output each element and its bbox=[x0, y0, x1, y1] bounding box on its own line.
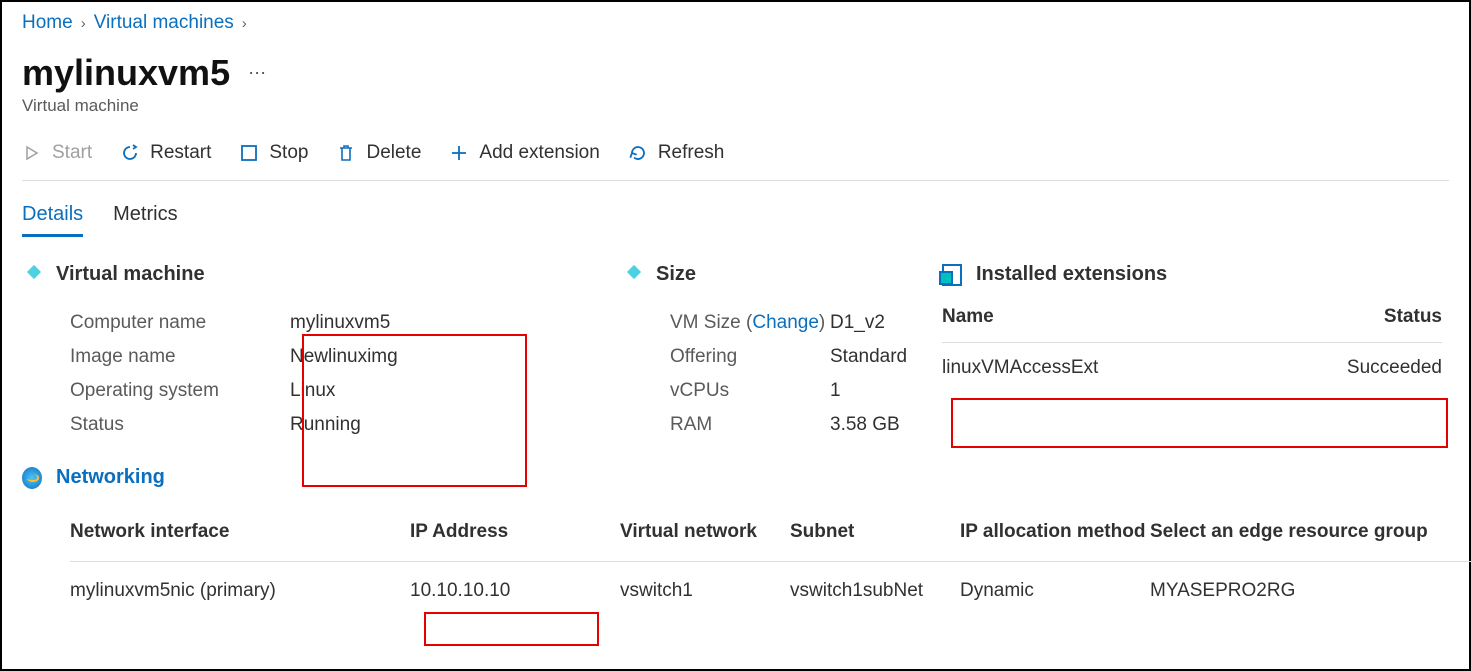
net-edge: MYASEPRO2RG bbox=[1150, 580, 1450, 602]
value-os: Linux bbox=[290, 380, 335, 402]
tab-details[interactable]: Details bbox=[22, 203, 83, 237]
tab-metrics[interactable]: Metrics bbox=[113, 203, 177, 237]
value-vcpus: 1 bbox=[830, 380, 841, 402]
highlight-ip-address bbox=[424, 612, 599, 646]
restart-icon bbox=[120, 143, 140, 163]
more-actions-button[interactable]: ⋯ bbox=[248, 63, 268, 84]
stop-icon bbox=[239, 143, 259, 163]
net-alloc: Dynamic bbox=[960, 580, 1150, 602]
ext-th-status: Status bbox=[1384, 306, 1442, 328]
plus-icon bbox=[449, 143, 469, 163]
value-status: Running bbox=[290, 414, 361, 436]
section-title-vm: Virtual machine bbox=[56, 263, 205, 286]
play-icon bbox=[22, 143, 42, 163]
value-vmsize: D1_v2 bbox=[830, 312, 885, 334]
net-iface: mylinuxvm5nic (primary) bbox=[70, 580, 410, 602]
label-computer-name: Computer name bbox=[70, 312, 290, 334]
ext-status: Succeeded bbox=[1347, 357, 1442, 379]
net-th-ip: IP Address bbox=[410, 521, 620, 543]
change-size-link[interactable]: Change bbox=[752, 312, 819, 333]
size-icon bbox=[622, 265, 642, 285]
page-subtitle: Virtual machine bbox=[22, 96, 1449, 116]
label-image-name: Image name bbox=[70, 346, 290, 368]
restart-label: Restart bbox=[150, 142, 211, 164]
stop-button[interactable]: Stop bbox=[239, 142, 308, 164]
refresh-button[interactable]: Refresh bbox=[628, 142, 725, 164]
label-offering: Offering bbox=[670, 346, 830, 368]
toolbar: Start Restart Stop Delete Add extension … bbox=[22, 142, 1449, 181]
restart-button[interactable]: Restart bbox=[120, 142, 211, 164]
value-ram: 3.58 GB bbox=[830, 414, 900, 436]
start-label: Start bbox=[52, 142, 92, 164]
net-ip: 10.10.10.10 bbox=[410, 580, 620, 602]
net-vnet: vswitch1 bbox=[620, 580, 790, 602]
breadcrumb-virtual-machines[interactable]: Virtual machines bbox=[94, 12, 234, 34]
value-computer-name: mylinuxvm5 bbox=[290, 312, 390, 334]
breadcrumb-home[interactable]: Home bbox=[22, 12, 73, 34]
chevron-right-icon: › bbox=[81, 15, 86, 32]
label-status: Status bbox=[70, 414, 290, 436]
section-title-size: Size bbox=[656, 263, 696, 286]
refresh-icon bbox=[628, 143, 648, 163]
net-th-interface: Network interface bbox=[70, 521, 410, 543]
start-button: Start bbox=[22, 142, 92, 164]
extensions-icon bbox=[942, 265, 962, 285]
networking-icon bbox=[22, 468, 42, 488]
label-ram: RAM bbox=[670, 414, 830, 436]
value-offering: Standard bbox=[830, 346, 907, 368]
net-th-alloc: IP allocation method bbox=[960, 521, 1150, 543]
refresh-label: Refresh bbox=[658, 142, 725, 164]
trash-icon bbox=[336, 143, 356, 163]
ext-th-name: Name bbox=[942, 306, 994, 328]
stop-label: Stop bbox=[269, 142, 308, 164]
page-title: mylinuxvm5 bbox=[22, 52, 230, 94]
add-extension-button[interactable]: Add extension bbox=[449, 142, 599, 164]
net-th-edge: Select an edge resource group bbox=[1150, 521, 1450, 543]
value-image-name: Newlinuximg bbox=[290, 346, 398, 368]
label-vcpus: vCPUs bbox=[670, 380, 830, 402]
extension-row[interactable]: linuxVMAccessExt Succeeded bbox=[942, 343, 1442, 379]
add-extension-label: Add extension bbox=[479, 142, 599, 164]
delete-label: Delete bbox=[366, 142, 421, 164]
breadcrumb: Home › Virtual machines › bbox=[22, 12, 1449, 34]
label-os: Operating system bbox=[70, 380, 290, 402]
section-title-networking[interactable]: Networking bbox=[56, 466, 165, 489]
virtual-machine-icon bbox=[22, 265, 42, 285]
net-th-vnet: Virtual network bbox=[620, 521, 790, 543]
net-subnet: vswitch1subNet bbox=[790, 580, 960, 602]
delete-button[interactable]: Delete bbox=[336, 142, 421, 164]
label-vmsize: VM Size (Change) bbox=[670, 312, 830, 334]
network-row[interactable]: mylinuxvm5nic (primary) 10.10.10.10 vswi… bbox=[70, 562, 1471, 602]
chevron-right-icon: › bbox=[242, 15, 247, 32]
tabs: Details Metrics bbox=[22, 203, 1449, 237]
section-title-extensions: Installed extensions bbox=[976, 263, 1167, 286]
net-th-subnet: Subnet bbox=[790, 521, 960, 543]
ext-name: linuxVMAccessExt bbox=[942, 357, 1098, 379]
